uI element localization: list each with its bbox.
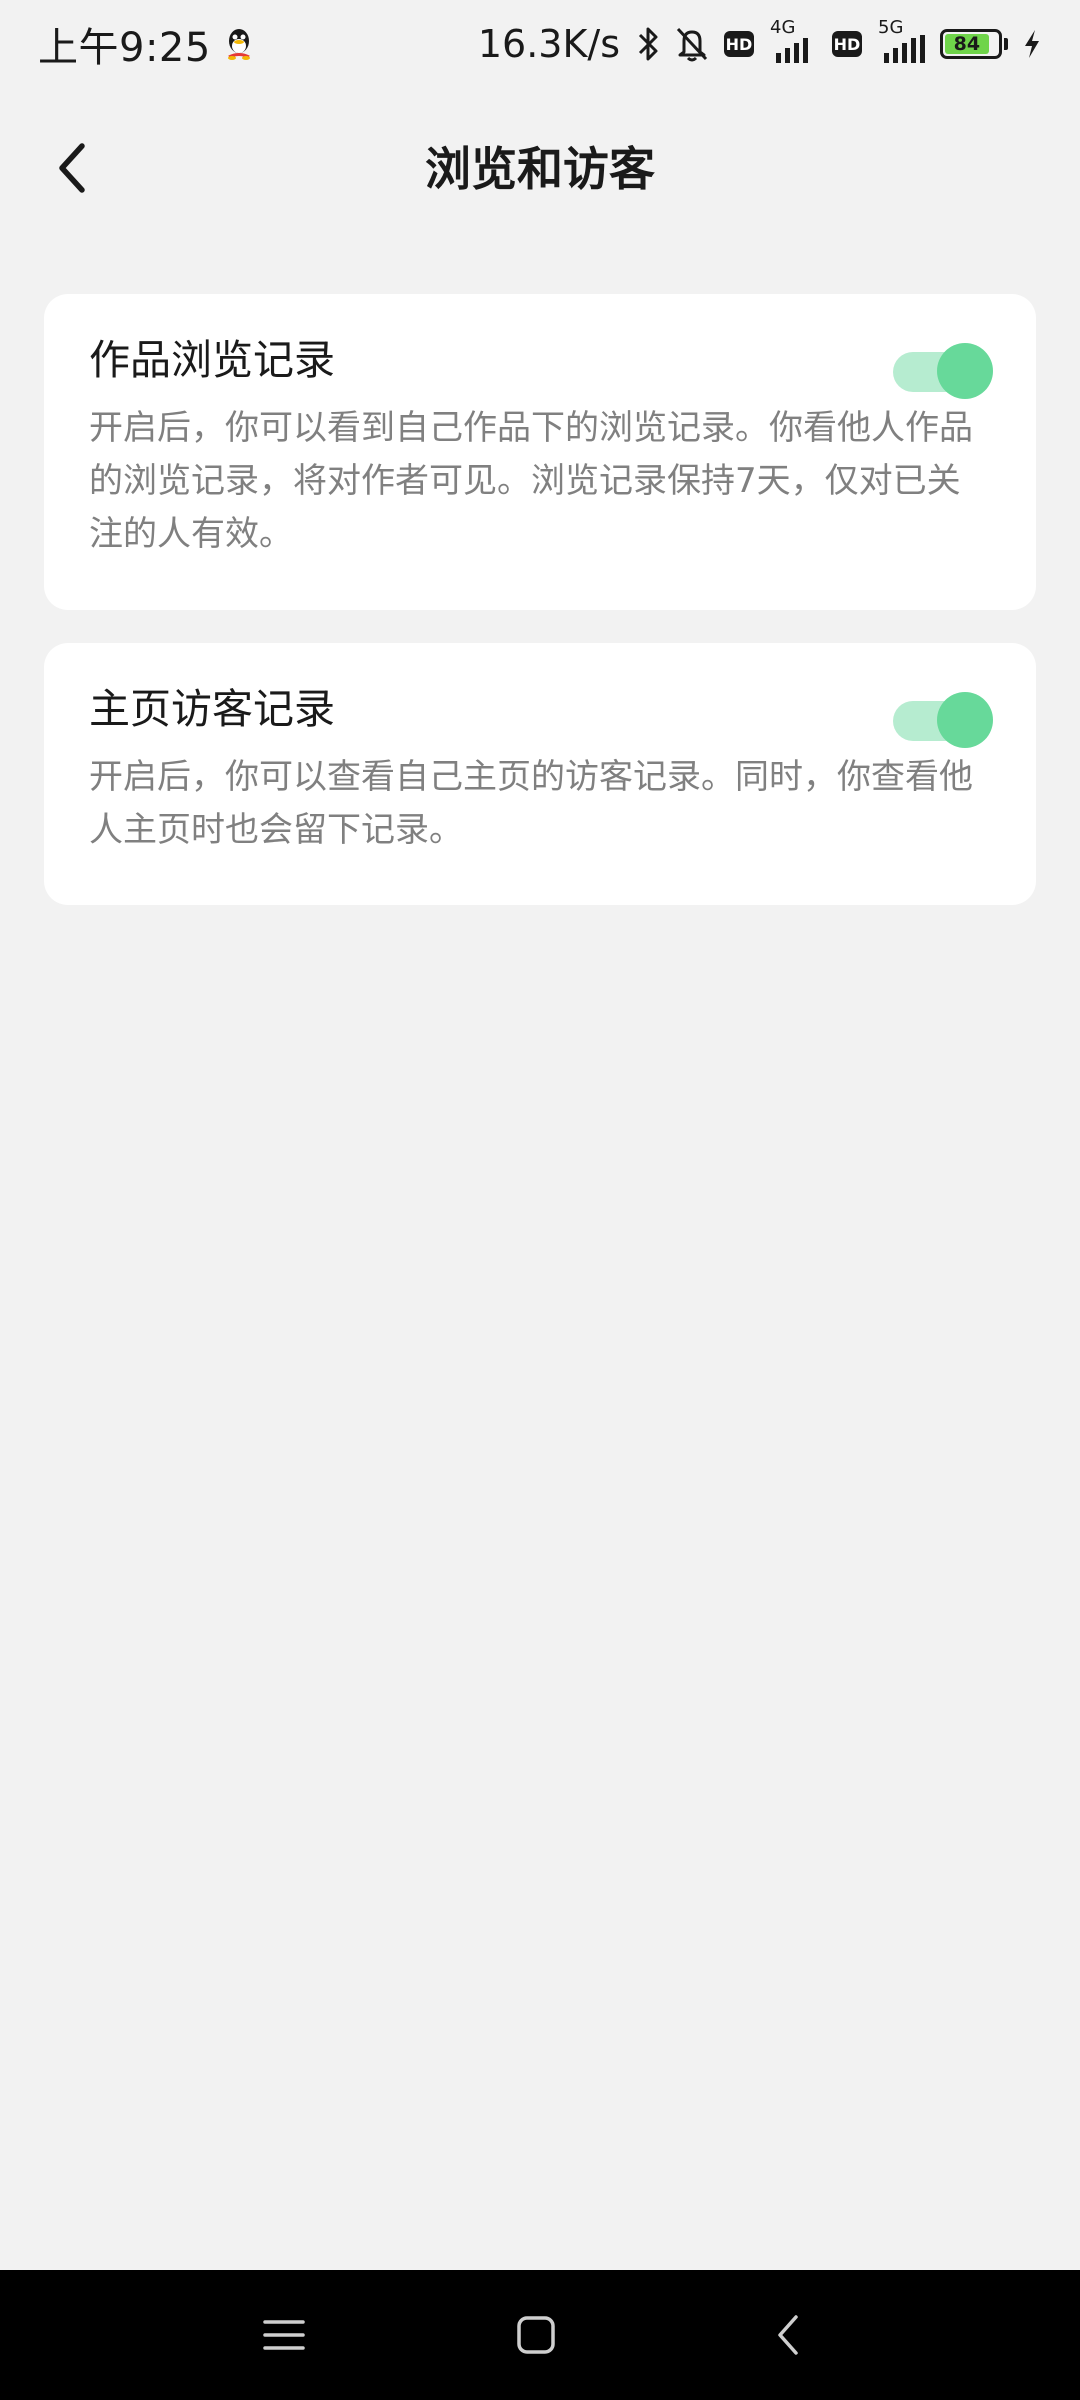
menu-icon — [263, 2320, 305, 2350]
qq-icon — [225, 27, 253, 61]
profile-visitors-toggle[interactable] — [893, 687, 993, 748]
status-time: 上午9:25 — [38, 25, 211, 71]
setting-description: 开启后，你可以看到自己作品下的浏览记录。你看他人作品的浏览记录，将对作者可见。浏… — [89, 408, 973, 554]
signal-icon: 5G — [876, 19, 926, 67]
charging-icon — [1022, 28, 1042, 60]
status-bar-right: 16.3K/s HD 4G HD 5G 84 — [477, 19, 1042, 67]
bluetooth-icon — [636, 25, 660, 63]
signal-icon: 4G — [768, 19, 818, 67]
toggle-knob — [937, 343, 993, 399]
setting-title: 作品浏览记录 — [89, 336, 335, 384]
setting-description: 开启后，你可以查看自己主页的访客记录。同时，你查看他人主页时也会留下记录。 — [89, 757, 973, 850]
setting-title: 主页访客记录 — [89, 685, 335, 733]
hd-icon: HD — [832, 31, 862, 57]
home-icon — [517, 2316, 555, 2354]
net-speed: 16.3K/s — [477, 22, 620, 66]
hd-icon: HD — [724, 31, 754, 57]
status-bar: 上午9:25 16.3K/s HD 4G HD 5G 84 — [0, 0, 1080, 88]
bell-off-icon — [674, 25, 710, 63]
battery-level: 84 — [945, 33, 989, 55]
page-title: 浏览和访客 — [425, 142, 655, 196]
header: 浏览和访客 — [0, 110, 1080, 228]
setting-card-profile-visitors: 主页访客记录 开启后，你可以查看自己主页的访客记录。同时，你查看他人主页时也会留… — [44, 643, 1036, 905]
setting-card-work-views: 作品浏览记录 开启后，你可以看到自己作品下的浏览记录。你看他人作品的浏览记录，将… — [44, 294, 1036, 610]
battery-icon: 84 — [940, 29, 1008, 59]
toggle-knob — [937, 692, 993, 748]
system-nav-bar — [0, 2270, 1080, 2400]
back-icon — [778, 2315, 798, 2355]
work-views-toggle[interactable] — [893, 338, 993, 399]
recents-button[interactable] — [252, 2303, 316, 2367]
status-bar-left: 上午9:25 — [38, 15, 253, 73]
system-back-button[interactable] — [756, 2303, 820, 2367]
home-button[interactable] — [504, 2303, 568, 2367]
